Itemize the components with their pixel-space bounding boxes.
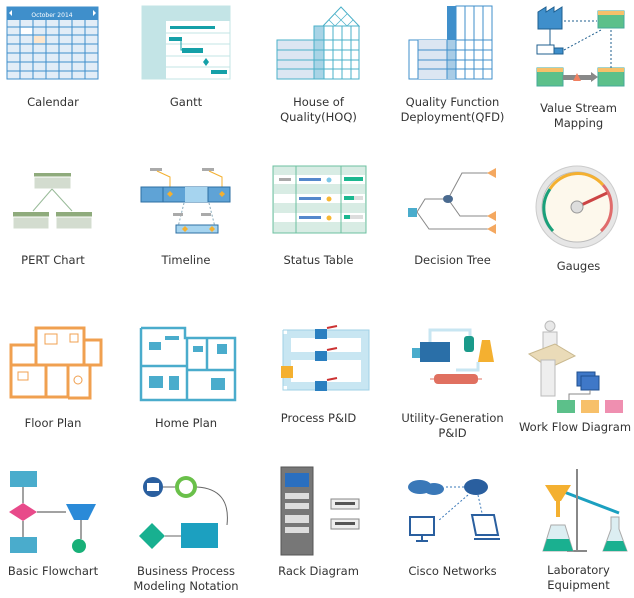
home-plan-icon	[139, 326, 237, 402]
template-label: Timeline	[161, 253, 211, 267]
template-label: PERT Chart	[21, 253, 85, 267]
template-label: Business Process Modeling Notation	[133, 564, 239, 593]
house-of-quality-icon	[276, 6, 361, 80]
gantt-icon	[141, 5, 231, 80]
bpmn-icon	[139, 476, 228, 549]
gauge-icon	[535, 165, 619, 249]
template-label: House of Quality(HOQ)	[280, 95, 357, 124]
process-pid-icon	[281, 325, 370, 391]
calendar-month: October 2014	[31, 12, 72, 19]
template-label: Quality Function Deployment(QFD)	[400, 95, 505, 124]
template-label: Utility-Generation P&ID	[401, 411, 504, 440]
template-label: Value Stream Mapping	[540, 101, 617, 130]
template-label: Laboratory Equipment	[547, 563, 610, 592]
workflow-icon	[527, 320, 623, 413]
calendar-icon: October 2014	[6, 6, 99, 80]
floor-plan-icon	[9, 326, 103, 400]
template-label: Process P&ID	[280, 411, 357, 425]
flowchart-icon	[9, 471, 96, 553]
cisco-network-icon	[408, 479, 500, 542]
template-label: Decision Tree	[414, 253, 491, 267]
timeline-icon	[140, 168, 231, 234]
template-label: Gauges	[556, 259, 601, 273]
template-label: Calendar	[27, 95, 79, 109]
template-label: Floor Plan	[24, 416, 82, 430]
decision-tree-icon	[408, 168, 496, 234]
lab-equipment-icon	[542, 469, 628, 552]
status-table-icon	[272, 165, 367, 234]
value-stream-icon	[536, 6, 625, 87]
pert-chart-icon	[12, 173, 93, 230]
utility-pid-icon	[412, 328, 494, 384]
template-label: Gantt	[169, 95, 203, 109]
template-label: Cisco Networks	[408, 564, 497, 578]
qfd-icon	[408, 5, 493, 80]
template-label: Rack Diagram	[278, 564, 359, 578]
rack-icon	[280, 466, 360, 556]
template-label: Status Table	[283, 253, 354, 267]
template-label: Work Flow Diagram	[518, 420, 632, 434]
template-label: Basic Flowchart	[7, 564, 99, 578]
template-label: Home Plan	[154, 416, 218, 430]
